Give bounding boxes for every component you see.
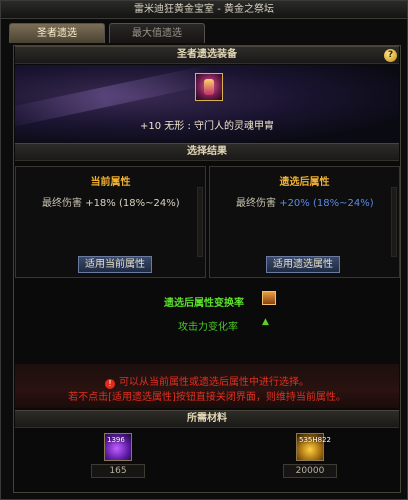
after-attributes-title: 遗选后属性 [279, 177, 330, 188]
tab-max-reselect[interactable]: 最大值遗选 [109, 23, 205, 43]
apply-current-button[interactable]: 适用当前属性 [78, 256, 152, 273]
notice-text-1: 可以从当前属性或遗选后属性中进行选择。 [119, 377, 309, 388]
after-scrollbar[interactable] [391, 187, 397, 257]
after-attributes-panel: 遗选后属性 最终伤害 +20% (18%~24%) 适用遗选属性 [209, 166, 400, 278]
apply-reselect-button[interactable]: 适用遗选属性 [266, 256, 340, 273]
gold-coin-icon[interactable]: 535H822 [296, 433, 331, 461]
notice-box: ! 可以从当前属性或遗选后属性中进行选择。 若不点击[适用遗选属性]按钮直接关闭界… [15, 364, 399, 408]
armor-gem [204, 79, 214, 95]
attack-change-rate-label: 攻击力变化率 [178, 322, 238, 333]
current-stat-label: 最终伤害 [42, 198, 82, 209]
current-attributes-title: 当前属性 [90, 177, 131, 188]
material-1-count: 1396 [107, 436, 125, 444]
purple-crystal-icon[interactable]: 1396 [104, 433, 132, 461]
main-frame: 圣者遗选装备 ? +10 无形 : 守门人的灵魂甲胄 选择结果 当前属性 最终伤… [13, 45, 401, 493]
results-header: 选择结果 [15, 143, 399, 161]
scroll-icon[interactable] [262, 291, 276, 305]
equipment-header-label: 圣者遗选装备 [177, 49, 237, 60]
after-stat-label: 最终伤害 [236, 198, 276, 209]
armor-icon[interactable] [195, 73, 223, 101]
material-2-required: 20000 [283, 464, 337, 478]
up-arrow-icon: ▲ [262, 317, 269, 327]
tab-saint-reselect[interactable]: 圣者遗选 [9, 23, 105, 43]
current-stat-row: 最终伤害 +18% (18%~24%) [42, 194, 180, 209]
help-icon[interactable]: ? [384, 49, 397, 62]
after-stat-value: +20% (18%~24%) [279, 198, 374, 209]
window-title: 雷米迪狂黄金宝室 - 黄金之祭坛 [1, 1, 407, 19]
after-stat-row: 最终伤害 +20% (18%~24%) [236, 194, 374, 209]
current-stat-value: +18% (18%~24%) [85, 198, 180, 209]
material-1-required: 165 [91, 464, 145, 478]
materials-header: 所需材料 [15, 410, 399, 428]
notice-line-2: 若不点击[适用遗选属性]按钮直接关闭界面，则维持当前属性。 [68, 392, 346, 403]
altar-window: 雷米迪狂黄金宝室 - 黄金之祭坛 圣者遗选 最大值遗选 圣者遗选装备 ? +10… [0, 0, 408, 500]
notice-line-1: ! 可以从当前属性或遗选后属性中进行选择。 [15, 373, 399, 389]
equipment-header: 圣者遗选装备 ? [15, 46, 399, 64]
change-rate-title: 遗选后属性变换率 [164, 298, 244, 309]
current-scrollbar[interactable] [197, 187, 203, 257]
equipment-display: +10 无形 : 守门人的灵魂甲胄 [15, 65, 399, 143]
current-attributes-panel: 当前属性 最终伤害 +18% (18%~24%) 适用当前属性 [15, 166, 206, 278]
material-2-count: 535H822 [299, 436, 331, 444]
equipment-name: +10 无形 : 守门人的灵魂甲胄 [139, 121, 274, 132]
